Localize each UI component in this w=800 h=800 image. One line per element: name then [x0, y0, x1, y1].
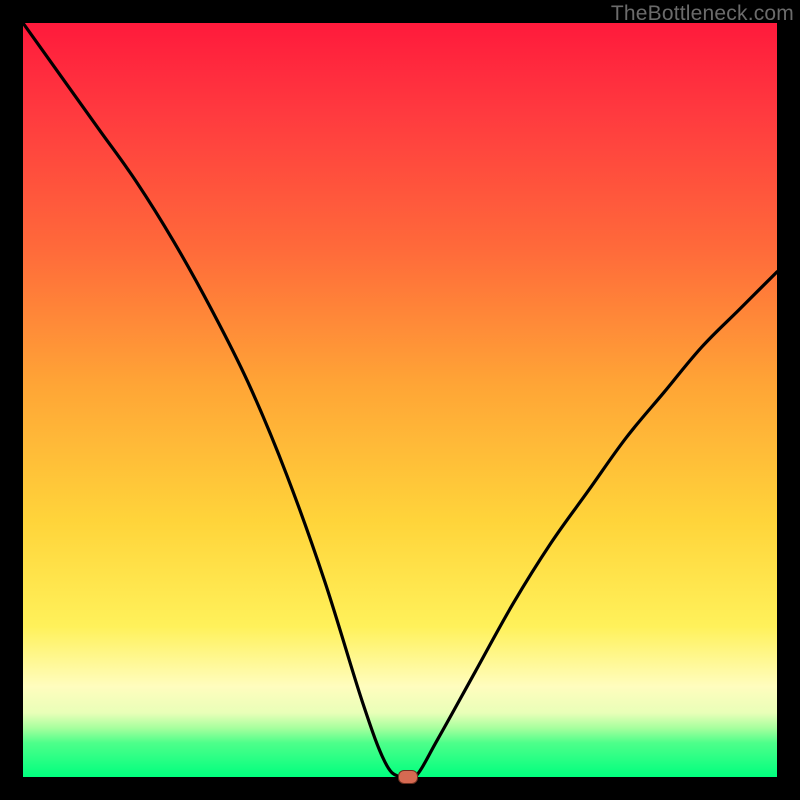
watermark-text: TheBottleneck.com — [611, 2, 794, 26]
bottleneck-curve — [23, 23, 777, 777]
plot-area — [23, 23, 777, 777]
chart-frame: TheBottleneck.com — [0, 0, 800, 800]
optimal-point-marker — [398, 770, 418, 784]
